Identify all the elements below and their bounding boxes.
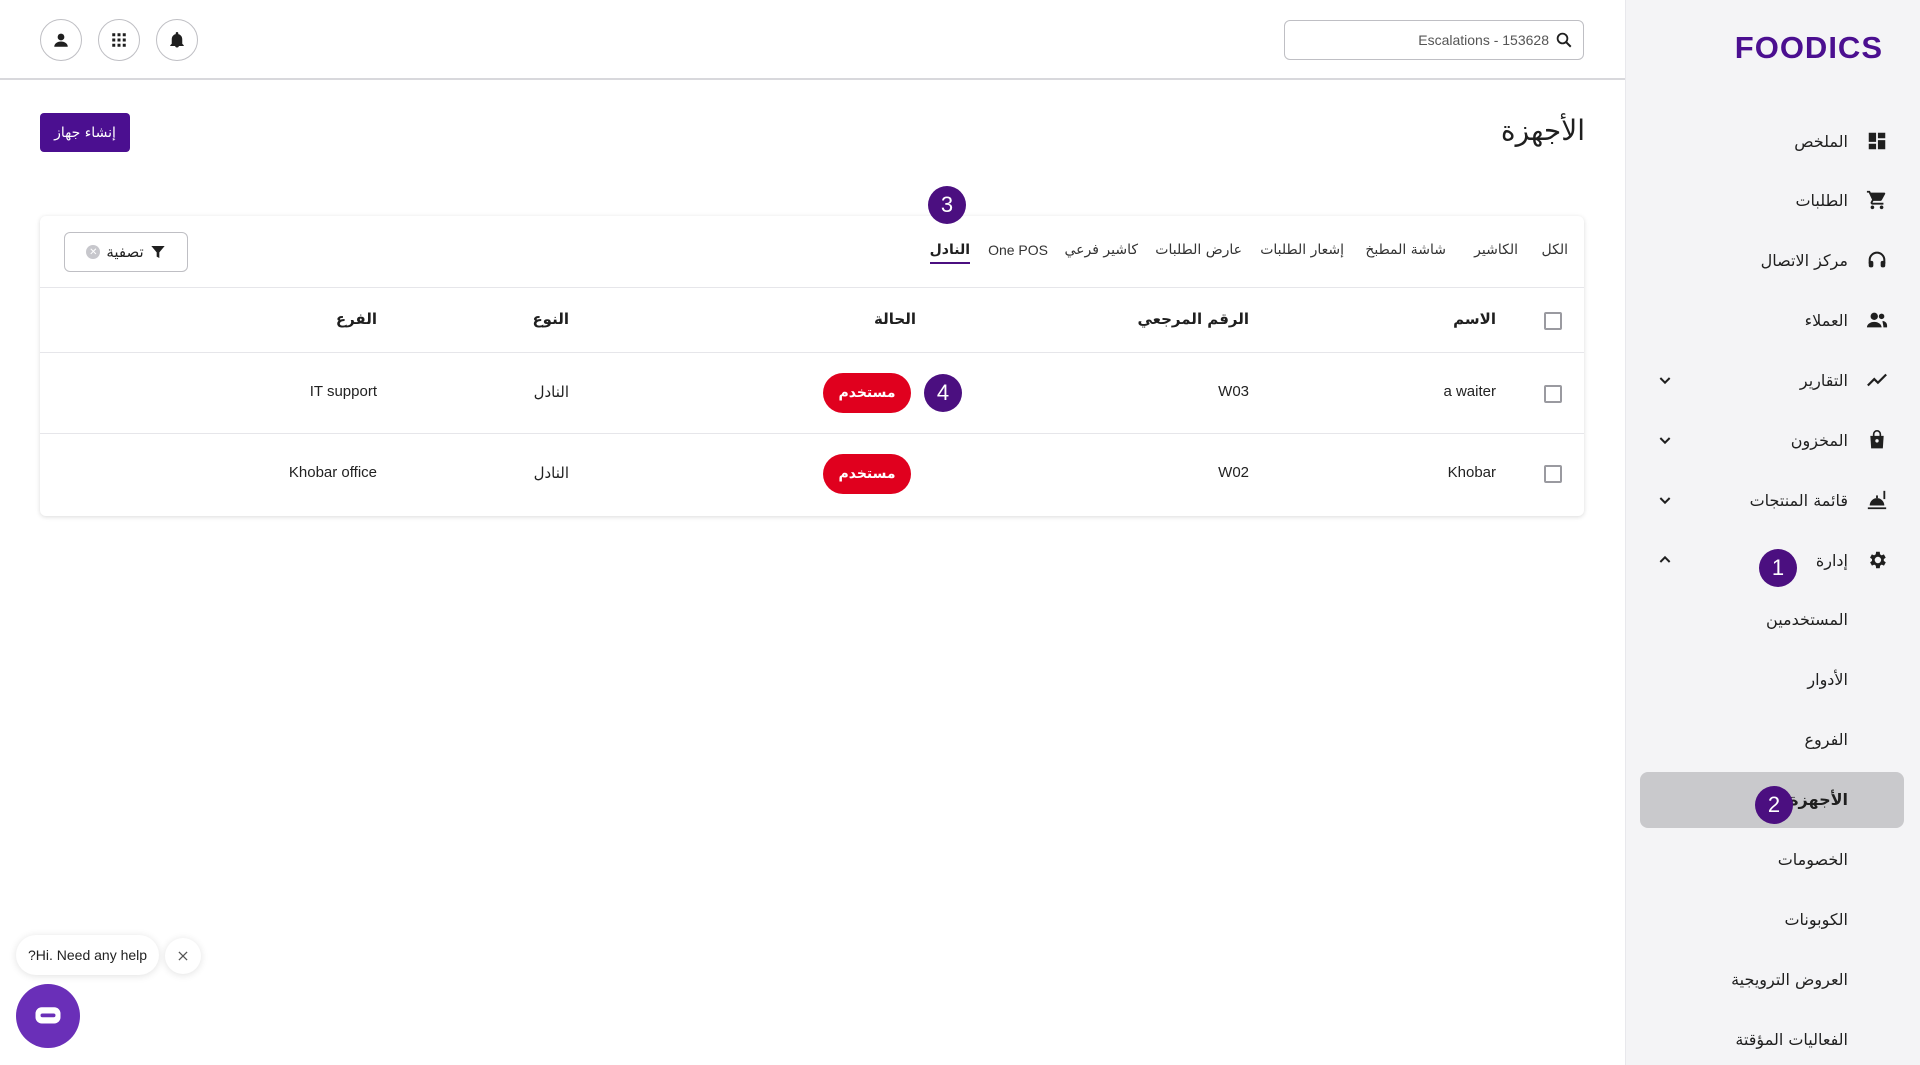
- sidebar-item-label: العملاء: [1804, 310, 1848, 330]
- tab-cashier[interactable]: الكاشير: [1474, 242, 1518, 258]
- dashboard-icon: [1864, 128, 1890, 154]
- search-box[interactable]: [1284, 20, 1584, 60]
- chevron-up-icon[interactable]: [1655, 550, 1675, 570]
- tab-one-pos[interactable]: One POS: [988, 242, 1048, 258]
- sidebar: FOODICS الملخص الطلبات مركز الاتصال العم…: [1625, 0, 1920, 1065]
- sidebar-subitem-coupons[interactable]: الكوبونات: [1784, 910, 1848, 929]
- column-header-reference[interactable]: الرقم المرجعي: [1137, 310, 1249, 328]
- device-name: Khobar: [1447, 464, 1496, 481]
- apps-button[interactable]: [98, 19, 140, 61]
- device-branch: Khobar office: [288, 464, 377, 481]
- close-icon: [176, 949, 190, 963]
- create-device-button[interactable]: إنشاء جهاز: [40, 113, 130, 152]
- menu-food-icon: [1864, 487, 1890, 513]
- sidebar-item-label: مركز الاتصال: [1760, 250, 1848, 270]
- customers-icon: [1864, 307, 1890, 333]
- search-input[interactable]: [1309, 32, 1549, 48]
- device-name: a waiter: [1443, 383, 1496, 400]
- column-header-branch[interactable]: الفرع: [336, 310, 377, 328]
- sidebar-subitem-devices[interactable]: الأجهزة: [1789, 790, 1848, 809]
- search-icon[interactable]: [1555, 31, 1573, 49]
- device-type: النادل: [533, 383, 569, 401]
- headset-icon: [1864, 247, 1890, 273]
- annotation-badge-2: 2: [1755, 786, 1793, 824]
- sidebar-item-customers[interactable]: العملاء: [1625, 297, 1920, 343]
- sidebar-subitem-users[interactable]: المستخدمين: [1766, 610, 1848, 629]
- page-title: الأجهزة: [1500, 114, 1585, 147]
- device-reference: W03: [1218, 383, 1249, 400]
- chat-icon: [33, 1001, 63, 1031]
- tab-kitchen-display[interactable]: شاشة المطبخ: [1365, 242, 1446, 258]
- table-row[interactable]: Khobar W02 مستخدم النادل Khobar office: [40, 434, 1584, 515]
- sidebar-item-label: الملخص: [1794, 131, 1848, 151]
- row-checkbox[interactable]: [1544, 385, 1562, 403]
- filter-icon: [150, 244, 166, 260]
- sidebar-item-orders[interactable]: الطلبات: [1625, 177, 1920, 223]
- chevron-down-icon[interactable]: [1655, 370, 1675, 390]
- row-checkbox[interactable]: [1544, 465, 1562, 483]
- notifications-button[interactable]: [156, 19, 198, 61]
- apps-grid-icon: [110, 31, 128, 49]
- sidebar-item-label: قائمة المنتجات: [1749, 490, 1848, 510]
- gear-icon: [1864, 547, 1890, 573]
- trend-icon: [1864, 367, 1890, 393]
- tab-order-viewer[interactable]: عارض الطلبات: [1155, 242, 1242, 258]
- column-header-type[interactable]: النوع: [532, 310, 569, 328]
- bell-icon: [168, 31, 186, 49]
- annotation-badge-3: 3: [928, 186, 966, 224]
- device-branch: IT support: [309, 383, 377, 400]
- chat-close-button[interactable]: [165, 938, 201, 974]
- tab-waiter[interactable]: النادل: [929, 242, 970, 264]
- tabs-bar: الكل الكاشير شاشة المطبخ إشعار الطلبات ع…: [40, 216, 1584, 288]
- annotation-badge-1: 1: [1759, 549, 1797, 587]
- select-all-checkbox[interactable]: [1544, 312, 1562, 330]
- sidebar-item-reports[interactable]: التقارير: [1625, 357, 1920, 403]
- bag-icon: [1864, 427, 1890, 453]
- sidebar-item-label: المخزون: [1790, 430, 1848, 450]
- sidebar-subitem-discounts[interactable]: الخصومات: [1778, 850, 1848, 869]
- user-icon: [52, 31, 70, 49]
- filter-button[interactable]: تصفية ✕: [64, 232, 188, 272]
- device-type: النادل: [533, 464, 569, 482]
- column-header-name[interactable]: الاسم: [1453, 310, 1496, 328]
- device-reference: W02: [1218, 464, 1249, 481]
- status-badge: مستخدم: [823, 454, 911, 494]
- sidebar-item-menu[interactable]: قائمة المنتجات: [1625, 477, 1920, 523]
- top-header: [0, 0, 1625, 80]
- tab-sub-cashier[interactable]: كاشير فرعي: [1065, 242, 1139, 258]
- annotation-badge-4: 4: [924, 374, 962, 412]
- tab-all[interactable]: الكل: [1542, 242, 1569, 258]
- table-row[interactable]: a waiter W03 مستخدم النادل IT support 4: [40, 353, 1584, 434]
- sidebar-item-inventory[interactable]: المخزون: [1625, 417, 1920, 463]
- sidebar-subitem-branches[interactable]: الفروع: [1804, 730, 1848, 749]
- sidebar-subitem-roles[interactable]: الأدوار: [1807, 670, 1848, 689]
- table-header-row: الاسم الرقم المرجعي الحالة النوع الفرع: [40, 288, 1584, 353]
- clear-filter-icon[interactable]: ✕: [86, 245, 101, 259]
- profile-button[interactable]: [40, 19, 82, 61]
- sidebar-item-label: الطلبات: [1795, 190, 1848, 210]
- devices-card: الكل الكاشير شاشة المطبخ إشعار الطلبات ع…: [40, 186, 1584, 516]
- chevron-down-icon[interactable]: [1655, 430, 1675, 450]
- sidebar-item-call-center[interactable]: مركز الاتصال: [1625, 237, 1920, 283]
- cart-icon: [1864, 187, 1890, 213]
- column-header-status[interactable]: الحالة: [874, 310, 916, 328]
- chat-prompt-text: ?Hi. Need any help: [28, 947, 148, 963]
- sidebar-item-label: التقارير: [1799, 370, 1848, 390]
- sidebar-item-summary[interactable]: الملخص: [1625, 118, 1920, 164]
- tab-order-notifier[interactable]: إشعار الطلبات: [1260, 242, 1344, 258]
- foodics-logo[interactable]: FOODICS: [1735, 30, 1883, 66]
- sidebar-item-label: إدارة: [1815, 550, 1848, 570]
- chat-launcher-button[interactable]: [16, 984, 80, 1048]
- sidebar-subitem-timed-events[interactable]: الفعاليات المؤقتة: [1735, 1030, 1848, 1049]
- chevron-down-icon[interactable]: [1655, 490, 1675, 510]
- filter-label: تصفية: [106, 243, 144, 261]
- status-badge: مستخدم: [823, 373, 911, 413]
- chat-prompt[interactable]: ?Hi. Need any help: [16, 935, 160, 975]
- sidebar-subitem-promotions[interactable]: العروض الترويجية: [1731, 970, 1848, 989]
